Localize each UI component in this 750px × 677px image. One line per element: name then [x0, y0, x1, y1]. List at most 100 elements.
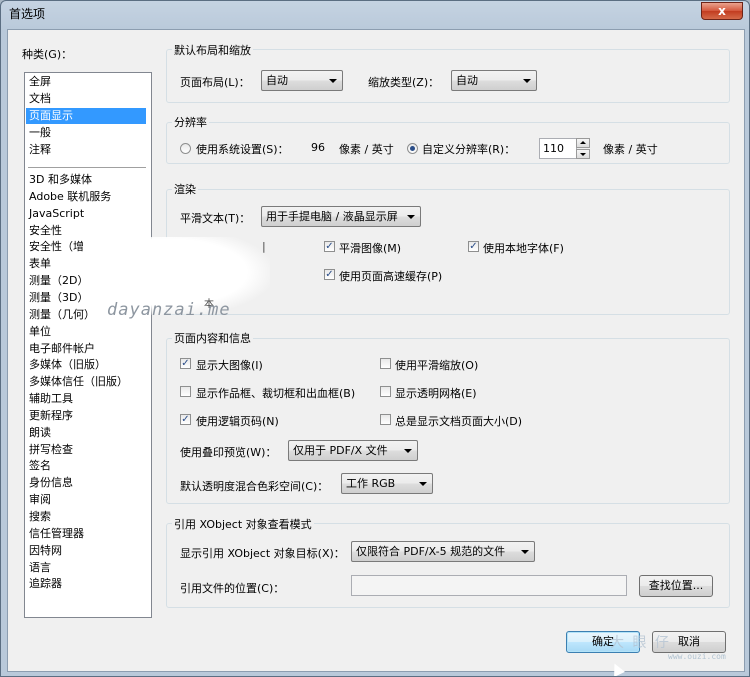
system-resolution-unit: 像素 / 英寸 [339, 143, 394, 156]
category-item[interactable]: 注释 [28, 142, 52, 158]
browse-location-button[interactable]: 查找位置... [639, 575, 713, 597]
category-item[interactable]: 测量（2D） [28, 273, 89, 289]
overprint-select[interactable]: 仅用于 PDF/X 文件 [288, 440, 418, 461]
category-item[interactable]: 签名 [28, 458, 52, 474]
category-item[interactable]: 表单 [28, 256, 52, 272]
category-item[interactable]: 单位 [28, 324, 52, 340]
category-item[interactable]: 安全性（增 [28, 239, 85, 255]
category-item[interactable]: 审阅 [28, 492, 52, 508]
category-item[interactable]: 电子邮件帐户 [28, 341, 96, 357]
system-resolution-radio[interactable] [180, 143, 191, 154]
smooth-text-label: 平滑文本(T)： [180, 212, 251, 225]
system-resolution-label: 使用系统设置(S)： [196, 143, 289, 156]
smooth-images-checkbox[interactable]: ✓ [324, 241, 335, 252]
category-item[interactable]: JavaScript [28, 206, 85, 222]
smooth-zoom-label: 使用平滑缩放(O) [395, 359, 479, 372]
window-title: 首选项 [9, 7, 46, 21]
show-boxes-label: 显示作品框、裁切框和出血框(B) [196, 387, 356, 400]
transparency-grid-label: 显示透明网格(E) [395, 387, 477, 400]
zoom-type-label: 缩放类型(Z)： [368, 76, 440, 89]
category-item[interactable]: 多媒体信任（旧版） [28, 374, 129, 390]
logical-page-numbers-label: 使用逻辑页码(N) [196, 415, 279, 428]
page-layout-value: 自动 [266, 74, 288, 87]
chevron-down-icon [521, 550, 529, 554]
category-item[interactable]: 测量（3D） [28, 290, 89, 306]
close-button[interactable]: x [701, 2, 743, 20]
category-item[interactable]: 文档 [28, 91, 52, 107]
chevron-down-icon [329, 79, 337, 83]
category-item[interactable]: 测量（几何） [28, 307, 96, 323]
overprint-label: 使用叠印预览(W)： [180, 446, 277, 459]
custom-resolution-spinner[interactable] [576, 138, 590, 159]
group-resolution-title: 分辨率 [172, 114, 209, 130]
custom-resolution-label: 自定义分辨率(R)： [422, 143, 516, 156]
custom-resolution-unit: 像素 / 英寸 [603, 143, 658, 156]
category-item[interactable]: 身份信息 [28, 475, 74, 491]
category-item[interactable]: 拼写检查 [28, 442, 74, 458]
blend-space-select[interactable]: 工作 RGB [341, 473, 433, 494]
categories-list[interactable]: 全屏 文档 页面显示 一般 注释 3D 和多媒体 Adobe 联机服务 JavaScript 安… [24, 72, 152, 618]
radio-selected-dot [410, 146, 415, 151]
xobject-location-input[interactable] [351, 575, 627, 596]
xobject-target-value: 仅限符合 PDF/X-5 规范的文件 [356, 545, 506, 558]
spinner-down-icon[interactable] [576, 149, 590, 159]
title-bar[interactable]: 首选项 x [1, 1, 749, 25]
corner-watermark-url: www.ouzi.com [668, 652, 726, 661]
chevron-down-icon [407, 215, 415, 219]
smooth-text-select[interactable]: 用于手提电脑 / 液晶显示屏 [261, 206, 421, 227]
logical-page-numbers-checkbox[interactable]: ✓ [180, 414, 191, 425]
smooth-images-label: 平滑图像(M) [339, 242, 402, 255]
category-item[interactable]: 3D 和多媒体 [28, 172, 93, 188]
page-layout-label: 页面布局(L)： [180, 76, 250, 89]
zoom-type-select[interactable]: 自动 [451, 70, 537, 91]
transparency-grid-checkbox[interactable] [380, 386, 391, 397]
show-boxes-checkbox[interactable] [180, 386, 191, 397]
show-large-images-checkbox[interactable]: ✓ [180, 358, 191, 369]
category-item[interactable]: 追踪器 [28, 576, 63, 592]
system-resolution-value: 96 [311, 141, 325, 154]
overprint-value: 仅用于 PDF/X 文件 [293, 444, 388, 457]
blend-space-label: 默认透明度混合色彩空间(C)： [180, 480, 329, 493]
corner-watermark: 大 眼 仔 [610, 635, 671, 651]
custom-resolution-input[interactable]: 110 [539, 138, 577, 159]
zoom-type-value: 自动 [456, 74, 478, 87]
category-item[interactable]: 更新程序 [28, 408, 74, 424]
category-item[interactable]: Adobe 联机服务 [28, 189, 112, 205]
page-size-label: 总是显示文档页面大小(D) [395, 415, 523, 428]
category-item[interactable]: 语言 [28, 560, 52, 576]
group-rendering-title: 渲染 [172, 181, 198, 197]
smooth-zoom-checkbox[interactable] [380, 358, 391, 369]
chevron-down-icon [523, 79, 531, 83]
custom-resolution-radio[interactable] [407, 143, 418, 154]
group-xobject-title: 引用 XObject 对象查看模式 [172, 516, 314, 532]
page-layout-select[interactable]: 自动 [261, 70, 343, 91]
stray-glyph: | [262, 240, 266, 253]
show-large-images-label: 显示大图像(I) [196, 359, 263, 372]
category-item[interactable]: 辅助工具 [28, 391, 74, 407]
blend-space-value: 工作 RGB [346, 477, 396, 490]
xobject-target-label: 显示引用 XObject 对象目标(X)： [180, 547, 345, 560]
categories-label: 种类(G)： [22, 48, 73, 61]
category-item[interactable]: 一般 [28, 125, 52, 141]
category-item[interactable]: 页面显示 [26, 108, 146, 124]
group-layout-title: 默认布局和缩放 [172, 42, 253, 58]
watermark-text: dayanzai.me [107, 300, 231, 320]
spinner-up-icon[interactable] [576, 138, 590, 148]
chevron-down-icon [404, 449, 412, 453]
local-fonts-checkbox[interactable]: ✓ [468, 241, 479, 252]
smooth-text-value: 用于手提电脑 / 液晶显示屏 [266, 210, 398, 223]
category-item[interactable]: 搜索 [28, 509, 52, 525]
dialog-client: 种类(G)： 全屏 文档 页面显示 一般 注释 3D 和多媒体 Adobe 联机服务 Java… [7, 29, 745, 672]
page-size-checkbox[interactable] [380, 414, 391, 425]
category-item[interactable]: 多媒体（旧版） [28, 357, 107, 373]
category-item[interactable]: 因特网 [28, 543, 63, 559]
categories-separator [28, 167, 146, 168]
page-cache-checkbox[interactable]: ✓ [324, 269, 335, 280]
local-fonts-label: 使用本地字体(F) [483, 242, 564, 255]
preferences-window: 首选项 x 种类(G)： 全屏 文档 页面显示 一般 注释 3D 和多媒体 Adobe 联机… [0, 0, 750, 677]
category-item[interactable]: 信任管理器 [28, 526, 85, 542]
category-item[interactable]: 全屏 [28, 74, 52, 90]
xobject-target-select[interactable]: 仅限符合 PDF/X-5 规范的文件 [351, 541, 535, 562]
category-item[interactable]: 安全性 [28, 223, 63, 239]
category-item[interactable]: 朗读 [28, 425, 52, 441]
